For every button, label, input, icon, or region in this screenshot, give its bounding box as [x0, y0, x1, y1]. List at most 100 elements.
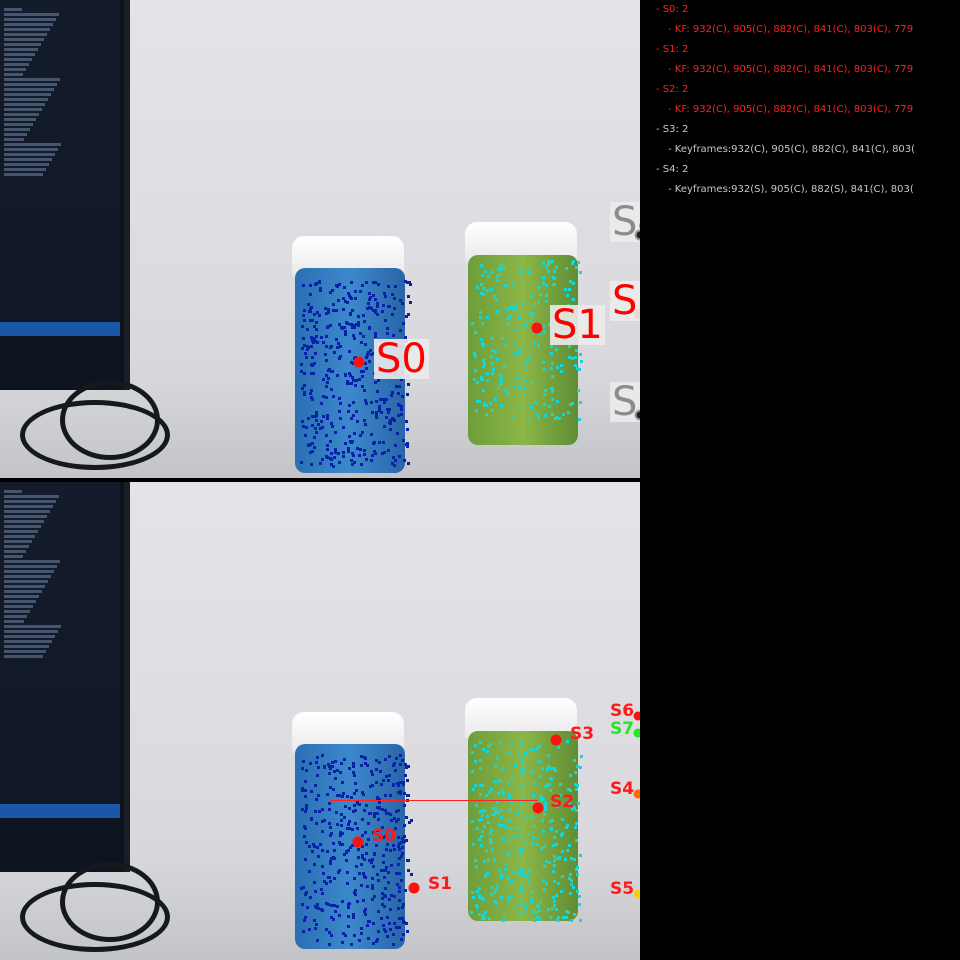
feature-point	[322, 414, 326, 418]
feature-point	[533, 400, 537, 404]
feature-point	[329, 934, 333, 938]
feature-point	[303, 434, 307, 438]
feature-point	[504, 283, 508, 287]
feature-point	[523, 795, 527, 799]
feature-point	[489, 354, 493, 358]
feature-point	[314, 927, 318, 931]
feature-point	[375, 301, 379, 305]
feature-point	[486, 289, 490, 293]
feature-point	[479, 338, 483, 342]
feature-point	[496, 279, 500, 283]
feature-point	[535, 910, 539, 914]
feature-point	[549, 828, 553, 832]
feature-point	[500, 789, 504, 793]
feature-point	[471, 769, 475, 773]
feature-point	[326, 413, 330, 417]
feature-point	[375, 795, 379, 799]
feature-point	[376, 304, 380, 308]
feature-point	[348, 349, 352, 353]
feature-point	[548, 915, 552, 919]
feature-point	[305, 840, 309, 844]
feature-point	[501, 767, 505, 771]
feature-point	[318, 462, 322, 466]
feature-point	[500, 896, 504, 900]
feature-point	[522, 392, 526, 396]
feature-point	[315, 419, 319, 423]
monitor-text-line	[4, 570, 54, 573]
feature-point	[371, 772, 375, 776]
feature-point	[482, 286, 486, 290]
feature-point	[303, 371, 307, 375]
feature-point	[401, 905, 405, 909]
track-point-s0	[353, 356, 365, 368]
feature-point	[550, 397, 554, 401]
feature-point	[490, 336, 494, 340]
feature-point	[307, 303, 311, 307]
feature-point	[517, 404, 521, 408]
feature-point	[503, 365, 507, 369]
feature-point	[342, 425, 346, 429]
feature-point	[387, 408, 391, 412]
feature-point	[342, 815, 346, 819]
feature-point	[551, 844, 555, 848]
feature-point	[512, 906, 516, 910]
feature-point	[372, 921, 376, 925]
feature-point	[369, 348, 373, 352]
feature-point	[329, 880, 333, 884]
feature-point	[383, 758, 387, 762]
feature-point	[391, 462, 395, 466]
feature-point	[363, 389, 367, 393]
feature-point	[301, 284, 305, 288]
feature-point	[551, 283, 555, 287]
feature-point	[386, 449, 390, 453]
feature-point	[339, 401, 343, 405]
feature-point	[314, 411, 318, 415]
feature-point	[477, 895, 481, 899]
feature-point	[320, 458, 324, 462]
feature-point	[345, 858, 349, 862]
feature-point	[578, 417, 582, 421]
feature-point	[501, 336, 505, 340]
feature-point	[372, 815, 376, 819]
feature-point	[516, 813, 520, 817]
feature-point	[406, 295, 410, 299]
feature-point	[479, 818, 483, 822]
feature-point	[353, 803, 357, 807]
feature-point	[544, 882, 548, 886]
feature-point	[478, 767, 482, 771]
feature-point	[485, 848, 489, 852]
feature-point	[519, 852, 523, 856]
feature-point	[405, 793, 409, 797]
feature-point	[537, 343, 541, 347]
monitor-text-line	[4, 650, 46, 653]
feature-point	[333, 760, 337, 764]
feature-point	[341, 781, 345, 785]
feature-point	[387, 284, 391, 288]
feature-point	[393, 285, 397, 289]
feature-point	[489, 743, 493, 747]
feature-point	[549, 820, 553, 824]
feature-point	[375, 416, 379, 420]
feature-point	[475, 381, 479, 385]
feature-point	[555, 266, 559, 270]
feature-point	[408, 282, 412, 286]
feature-point	[326, 380, 330, 384]
feature-point	[566, 848, 570, 852]
feature-point	[473, 859, 477, 863]
feature-point	[481, 364, 485, 368]
feature-point	[360, 284, 364, 288]
feature-point	[307, 845, 311, 849]
feature-point	[312, 313, 316, 317]
info-line-s1: - S1: 2	[656, 44, 689, 55]
feature-point	[547, 861, 551, 865]
feature-point	[305, 905, 309, 909]
feature-point	[331, 788, 335, 792]
feature-point	[300, 419, 304, 423]
feature-point	[568, 891, 572, 895]
feature-point	[525, 840, 529, 844]
feature-point	[312, 844, 316, 848]
feature-point	[300, 903, 304, 907]
feature-point	[350, 280, 354, 284]
feature-point	[552, 903, 556, 907]
feature-point	[388, 848, 392, 852]
